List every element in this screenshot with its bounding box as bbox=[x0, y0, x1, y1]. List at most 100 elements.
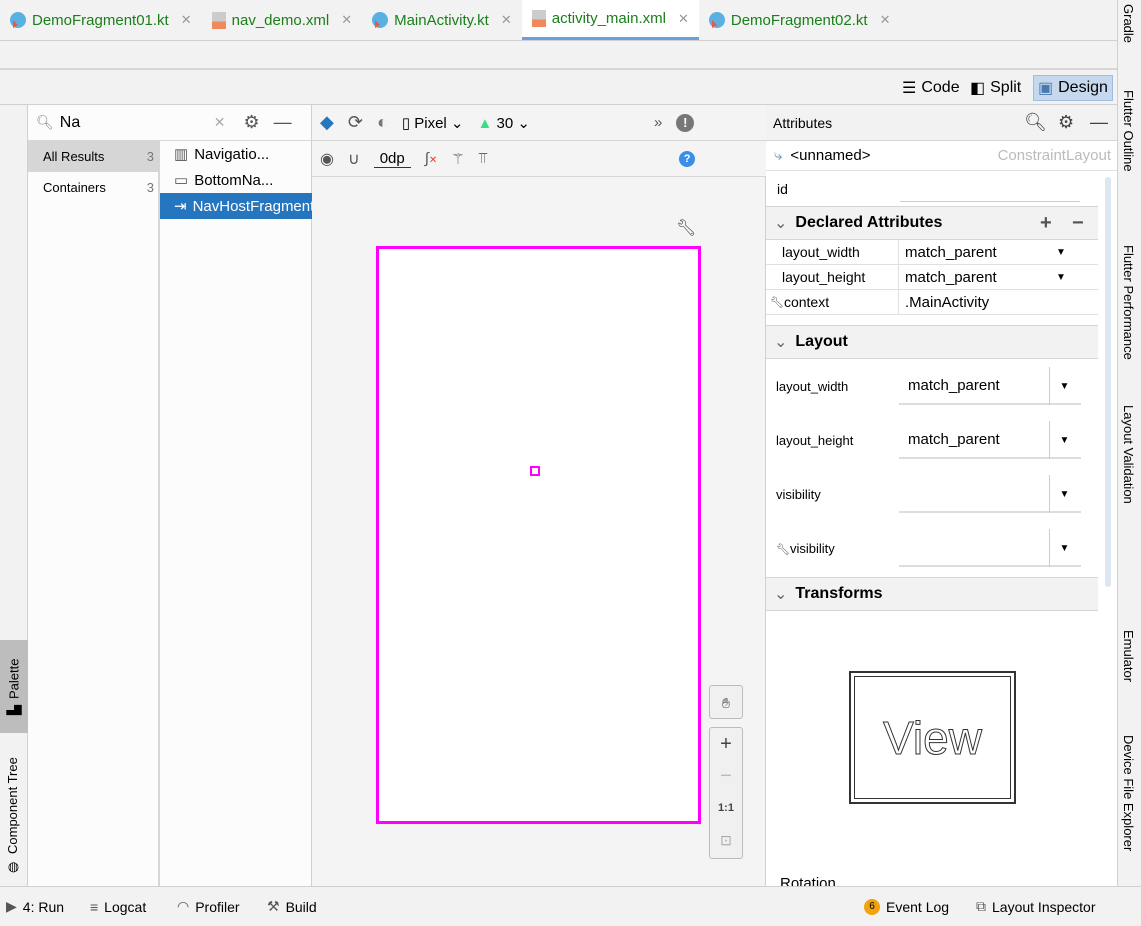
more-icon[interactable]: » bbox=[654, 114, 662, 131]
split-icon: ◧ bbox=[970, 80, 986, 97]
tab-mainactivity[interactable]: MainActivity.kt ✕ bbox=[362, 0, 522, 40]
dropdown-arrow-icon[interactable]: ▼ bbox=[1056, 247, 1066, 258]
tab-nav-demo[interactable]: nav_demo.xml ✕ bbox=[202, 0, 362, 40]
layout-validation-tool-button[interactable]: Layout Validation bbox=[1121, 405, 1136, 504]
device-file-explorer-tool-button[interactable]: Device File Explorer bbox=[1121, 735, 1136, 851]
chevron-down-icon: ⌄ bbox=[774, 215, 788, 232]
theme-icon[interactable]: ◐ bbox=[377, 112, 388, 133]
eye-icon[interactable]: ◉ bbox=[320, 149, 334, 169]
zoom-fit-button[interactable]: ⊡ bbox=[710, 824, 742, 856]
hand-icon: ✋︎ bbox=[722, 695, 730, 711]
scrollbar[interactable] bbox=[1105, 177, 1111, 587]
hammer-icon: ⚒ bbox=[267, 898, 280, 914]
close-icon[interactable]: ✕ bbox=[341, 12, 352, 28]
help-icon[interactable]: ? bbox=[679, 150, 696, 167]
label: Navigatio... bbox=[194, 145, 270, 163]
layout-inspector-icon: ⧉ bbox=[976, 898, 986, 914]
attr-key: layout_height bbox=[766, 265, 899, 289]
tab-activity-main[interactable]: activity_main.xml ✕ bbox=[521, 0, 699, 40]
event-log-tool-button[interactable]: 6 Event Log bbox=[864, 898, 950, 915]
category-all-results[interactable]: All Results 3 bbox=[28, 141, 158, 172]
result-bottom-navigation[interactable]: ▭ BottomNa... bbox=[160, 167, 312, 193]
align-icon[interactable]: ⫪ bbox=[479, 150, 487, 167]
device-preview[interactable] bbox=[376, 246, 701, 824]
split-mode-button[interactable]: ◧ Split bbox=[966, 75, 1025, 101]
transforms-section[interactable]: ⌄ Transforms bbox=[766, 577, 1098, 611]
design-mode-button[interactable]: ▣ Design bbox=[1033, 75, 1113, 101]
palette-icon: ▙ bbox=[6, 704, 22, 715]
attr-value[interactable]: match_parent bbox=[899, 244, 997, 261]
build-tool-button[interactable]: ⚒ Build bbox=[267, 898, 317, 915]
profiler-tool-button[interactable]: ◠ Profiler bbox=[177, 898, 240, 915]
gradle-tool-button[interactable]: Gradle bbox=[1121, 4, 1136, 43]
run-tool-button[interactable]: ▶ 4: Run bbox=[6, 898, 64, 915]
zoom-actual-button[interactable]: 1:1 bbox=[710, 792, 742, 824]
attr-value[interactable]: .MainActivity bbox=[899, 294, 989, 311]
editor-subbar bbox=[0, 41, 1117, 70]
api-dropdown[interactable]: ▲ 30 ⌄ bbox=[478, 114, 530, 132]
bottom-tool-bar: ▶ 4: Run ≡ Logcat ◠ Profiler ⚒ Build 6 Event … bbox=[0, 886, 1141, 926]
palette-tool-button[interactable]: ▙ Palette bbox=[0, 640, 28, 733]
palette-panel: 🔍︎ ✕ ⚙ — All Results 3 Containers 3 ▥ Navig… bbox=[28, 105, 344, 886]
layout-row: layout_width match_parent ▼ bbox=[766, 359, 1098, 413]
emulator-tool-button[interactable]: Emulator bbox=[1121, 630, 1136, 682]
category-containers[interactable]: Containers 3 bbox=[28, 172, 158, 203]
tab-demofragment01[interactable]: DemoFragment01.kt ✕ bbox=[0, 0, 202, 40]
logcat-tool-button[interactable]: ≡ Logcat bbox=[90, 899, 146, 915]
id-input[interactable] bbox=[900, 176, 1080, 202]
tab-demofragment02[interactable]: DemoFragment02.kt ✕ bbox=[699, 0, 901, 40]
layers-icon[interactable]: ◆ bbox=[320, 112, 334, 133]
wrench-icon[interactable]: 🔧︎ bbox=[676, 218, 696, 238]
zoom-in-button[interactable]: + bbox=[710, 728, 742, 760]
add-attribute-button[interactable]: + bbox=[1040, 212, 1052, 235]
close-icon[interactable]: ✕ bbox=[501, 12, 512, 28]
close-icon[interactable]: ✕ bbox=[880, 12, 891, 28]
result-navigation-view[interactable]: ▥ Navigatio... bbox=[160, 141, 312, 167]
palette-search-input[interactable] bbox=[59, 113, 210, 132]
section-title: Transforms bbox=[795, 585, 883, 602]
declared-attributes-section[interactable]: ⌄ Declared Attributes + − bbox=[766, 206, 1098, 240]
device-dropdown[interactable]: ▯ Pixel ⌄ bbox=[402, 114, 464, 132]
right-tool-strip: Gradle Flutter Outline Flutter Performan… bbox=[1117, 0, 1141, 886]
code-mode-button[interactable]: ☰ Code bbox=[898, 75, 964, 101]
attr-value[interactable]: match_parent bbox=[899, 269, 997, 286]
search-icon[interactable]: 🔍︎ bbox=[1024, 112, 1047, 133]
panel-title: Attributes bbox=[773, 114, 833, 131]
flutter-performance-tool-button[interactable]: Flutter Performance bbox=[1121, 245, 1136, 360]
flutter-outline-tool-button[interactable]: Flutter Outline bbox=[1121, 90, 1136, 172]
attr-key: layout_width bbox=[776, 378, 849, 394]
dropdown-arrow-icon[interactable]: ▼ bbox=[1049, 529, 1079, 567]
remove-attribute-button[interactable]: − bbox=[1072, 212, 1084, 235]
close-icon[interactable]: ✕ bbox=[181, 12, 192, 28]
zoom-controls: + − 1:1 ⊡ bbox=[709, 727, 743, 859]
dropdown-arrow-icon[interactable]: ▼ bbox=[1049, 421, 1079, 459]
gear-icon[interactable]: ⚙ bbox=[244, 112, 260, 133]
tab-label: DemoFragment02.kt bbox=[730, 11, 868, 29]
component-type: ConstraintLayout bbox=[997, 147, 1111, 164]
declared-row: layout_height match_parent ▼ bbox=[766, 265, 1098, 290]
magnet-icon[interactable]: ∪ bbox=[348, 149, 360, 169]
zoom-out-button[interactable]: − bbox=[710, 760, 742, 792]
pan-button[interactable]: ✋︎ bbox=[709, 685, 743, 719]
layout-inspector-tool-button[interactable]: ⧉ Layout Inspector bbox=[976, 898, 1096, 915]
dropdown-arrow-icon[interactable]: ▼ bbox=[1056, 272, 1066, 283]
center-handle[interactable] bbox=[530, 466, 540, 476]
clear-icon[interactable]: ✕ bbox=[214, 114, 226, 131]
minimize-icon[interactable]: — bbox=[274, 112, 292, 133]
label: Event Log bbox=[886, 898, 950, 915]
close-icon[interactable]: ✕ bbox=[678, 11, 689, 27]
layout-section[interactable]: ⌄ Layout bbox=[766, 325, 1098, 359]
minimize-icon[interactable]: — bbox=[1090, 112, 1108, 133]
infer-constraints-icon[interactable]: ⚚ bbox=[451, 150, 464, 168]
dropdown-arrow-icon[interactable]: ▼ bbox=[1049, 367, 1079, 405]
dropdown-arrow-icon[interactable]: ▼ bbox=[1049, 475, 1079, 513]
component-name: <unnamed> bbox=[790, 147, 871, 164]
clear-constraints-icon[interactable]: ∫✕ bbox=[425, 150, 438, 167]
gear-icon[interactable]: ⚙ bbox=[1058, 112, 1074, 133]
label: Code bbox=[921, 79, 960, 96]
warning-icon[interactable]: ! bbox=[676, 113, 695, 132]
default-margin-button[interactable]: 0dp bbox=[373, 150, 411, 168]
orientation-icon[interactable]: ⟳ bbox=[348, 112, 363, 133]
component-tree-tool-button[interactable]: ◍ Component Tree bbox=[5, 745, 20, 875]
globe-icon: ◍ bbox=[5, 860, 20, 875]
